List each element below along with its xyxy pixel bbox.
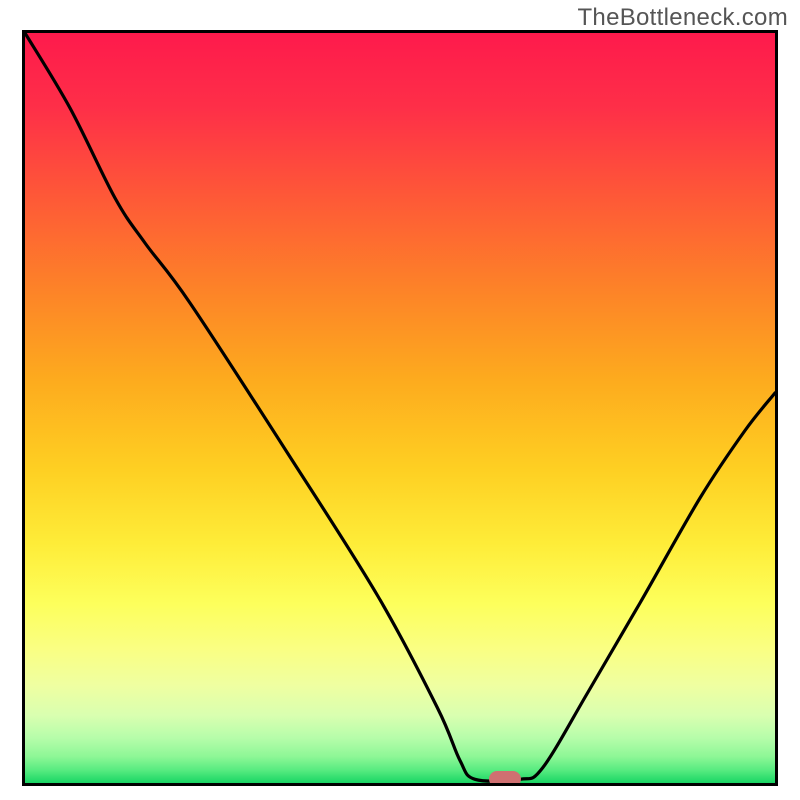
optimal-point-marker <box>489 771 521 786</box>
bottleneck-curve-path <box>25 33 775 781</box>
watermark-text: TheBottleneck.com <box>577 4 788 32</box>
chart-curve-svg <box>25 33 775 783</box>
chart-area <box>22 30 778 786</box>
